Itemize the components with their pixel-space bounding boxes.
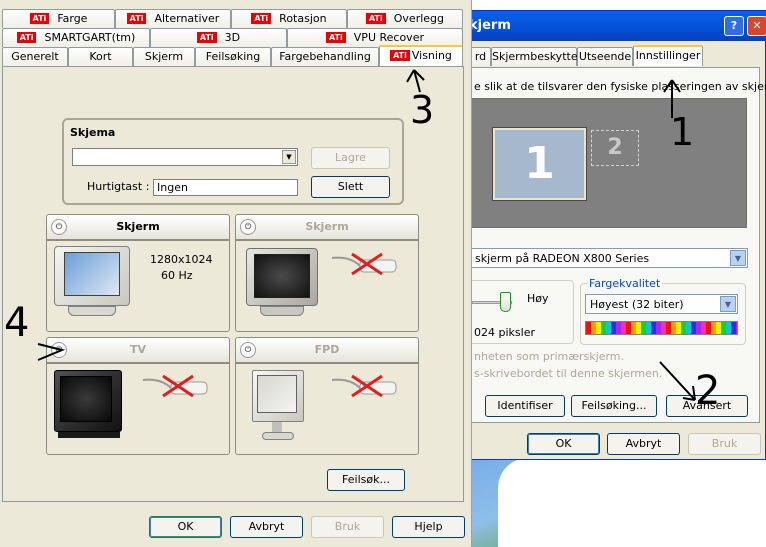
identify-button[interactable]: Identifiser	[485, 395, 565, 417]
resolution-value: 024 piksler	[474, 326, 535, 339]
ati-logo-icon: ATi	[29, 13, 50, 24]
display-name-1: Skjerm	[116, 220, 160, 233]
troubleshoot-button[interactable]: Feilsøk...	[327, 469, 405, 491]
crt-monitor-icon	[54, 246, 132, 320]
tab-3d[interactable]: ATi 3D	[150, 28, 287, 47]
display-select[interactable]: skjerm på RADEON X800 Series ▼	[470, 248, 748, 268]
tab-rotation[interactable]: ATi Rotasjon	[231, 9, 347, 28]
tab-vpu-recover-label: VPU Recover	[353, 31, 424, 44]
tab-color-label: Farge	[57, 12, 88, 25]
ati-logo-icon: ATi	[196, 32, 217, 43]
tab-overlay-label: Overlegg	[393, 12, 445, 25]
toggle-icon[interactable]: ⏻	[51, 342, 67, 358]
chevron-down-icon[interactable]: ▼	[282, 150, 296, 164]
color-quality-label: Fargekvalitet	[587, 277, 663, 290]
display-panel-fpd-header[interactable]: ⏻ FPD	[235, 337, 419, 363]
ati-logo-icon: ATi	[365, 13, 386, 24]
hotkey-value: Ingen	[157, 181, 188, 194]
color-spectrum-bar	[585, 321, 738, 335]
dark-monitor-icon	[246, 248, 322, 318]
arrange-instruction: e slik at de tilsvarer den fysiske plass…	[474, 80, 766, 93]
display-name-4: FPD	[314, 343, 340, 356]
tab-options[interactable]: ATi Alternativer	[115, 9, 231, 28]
tab-overlay[interactable]: ATi Overlegg	[347, 9, 463, 28]
display-panel-monitor-1-header[interactable]: ⏻ Skjerm	[46, 214, 230, 240]
tab-rotation-label: Rotasjon	[279, 12, 327, 25]
toggle-icon[interactable]: ⏻	[240, 342, 256, 358]
monitor-1-tile[interactable]: 1	[492, 127, 587, 201]
cancel-button[interactable]: Avbryt	[230, 516, 303, 538]
annotation-2: 2	[695, 368, 721, 414]
monitor-1-number: 1	[524, 138, 555, 189]
delete-scheme-button[interactable]: Slett	[311, 176, 390, 198]
color-quality-group	[580, 283, 746, 345]
flat-panel-icon	[252, 370, 308, 444]
display-1-resolution: 1280x1024	[150, 253, 213, 266]
hotkey-label: Hurtigtast :	[87, 180, 150, 193]
display-1-refresh: 60 Hz	[161, 269, 193, 282]
tab-color-management[interactable]: Fargebehandling	[271, 47, 379, 66]
hotkey-field[interactable]: Ingen	[153, 179, 298, 196]
troubleshooting-button[interactable]: Feilsøking...	[571, 395, 657, 417]
ok-button-display[interactable]: OK	[527, 433, 600, 455]
disconnected-plug-icon	[330, 374, 400, 398]
display-panel-monitor-2-header[interactable]: ⏻ Skjerm	[235, 214, 419, 240]
toggle-icon[interactable]: ⏻	[240, 219, 256, 235]
background-white-area	[498, 458, 766, 547]
tab-settings[interactable]: Innstillinger	[633, 45, 703, 66]
primary-display-checkbox-label: nheten som primærskjerm.	[474, 350, 624, 363]
window-title: kjerm	[469, 18, 511, 33]
save-scheme-button: Lagre	[311, 147, 390, 169]
resolution-high-label: Høy	[527, 292, 549, 305]
ati-logo-icon: ATi	[126, 13, 147, 24]
disconnected-plug-icon	[330, 252, 400, 276]
toggle-icon[interactable]: ⏻	[51, 219, 67, 235]
tab-color[interactable]: ATi Farge	[2, 9, 115, 28]
resolution-slider-thumb[interactable]	[500, 292, 511, 312]
tab-smartgart-label: SMARTGART(tm)	[44, 31, 136, 44]
annotation-4: 4	[4, 300, 30, 346]
tab-adapter[interactable]: Kort	[68, 47, 133, 66]
extend-desktop-checkbox-label: s-skrivebordet til denne skjermen.	[474, 367, 663, 380]
scheme-select[interactable]: ▼	[72, 148, 298, 166]
tab-screensaver[interactable]: Skjermbeskytter	[491, 47, 582, 66]
tab-general[interactable]: Generelt	[2, 47, 68, 66]
display-name-3: TV	[129, 343, 147, 356]
ati-logo-icon: ATi	[390, 50, 410, 61]
scheme-title: Skjema	[70, 126, 116, 139]
color-quality-value: Høyest (32 biter)	[590, 298, 684, 311]
display-panel-tv-header[interactable]: ⏻ TV	[46, 337, 230, 363]
tab-displays[interactable]: ATi Visning	[379, 45, 463, 66]
annotation-3: 3	[410, 88, 435, 132]
ati-logo-icon: ATi	[326, 32, 346, 43]
display-name-2: Skjerm	[305, 220, 349, 233]
apply-button: Bruk	[311, 516, 384, 538]
tab-monitor[interactable]: Skjerm	[133, 47, 195, 66]
display-select-value: skjerm på RADEON X800 Series	[475, 252, 650, 265]
help-button[interactable]: Hjelp	[392, 516, 465, 538]
title-bar: kjerm ? ✕	[467, 11, 766, 41]
monitor-2-number: 2	[607, 135, 623, 160]
apply-button-display: Bruk	[688, 433, 761, 455]
disconnected-plug-icon	[141, 374, 211, 398]
tab-options-label: Alternativer	[154, 12, 220, 25]
color-quality-select[interactable]: Høyest (32 biter) ▼	[585, 294, 738, 314]
help-title-button[interactable]: ?	[724, 16, 744, 36]
annotation-1: 1	[670, 110, 695, 154]
ati-logo-icon: ATi	[251, 13, 272, 24]
cancel-button-display[interactable]: Avbryt	[607, 433, 680, 455]
monitor-2-tile[interactable]: 2	[591, 130, 639, 166]
tab-desktop[interactable]: rd	[470, 47, 491, 66]
ati-logo-icon: ATi	[16, 32, 37, 43]
chevron-down-icon[interactable]: ▼	[720, 296, 736, 312]
tab-troubleshooting[interactable]: Feilsøking	[195, 47, 271, 66]
tab-displays-label: Visning	[411, 49, 452, 62]
close-title-button[interactable]: ✕	[747, 16, 766, 36]
tab-smartgart[interactable]: ATi SMARTGART(tm)	[2, 28, 150, 47]
tab-appearance[interactable]: Utseende	[577, 47, 633, 66]
ok-button[interactable]: OK	[149, 516, 222, 538]
tab-3d-label: 3D	[224, 31, 241, 44]
tv-icon	[54, 370, 126, 442]
chevron-down-icon[interactable]: ▼	[730, 250, 746, 266]
